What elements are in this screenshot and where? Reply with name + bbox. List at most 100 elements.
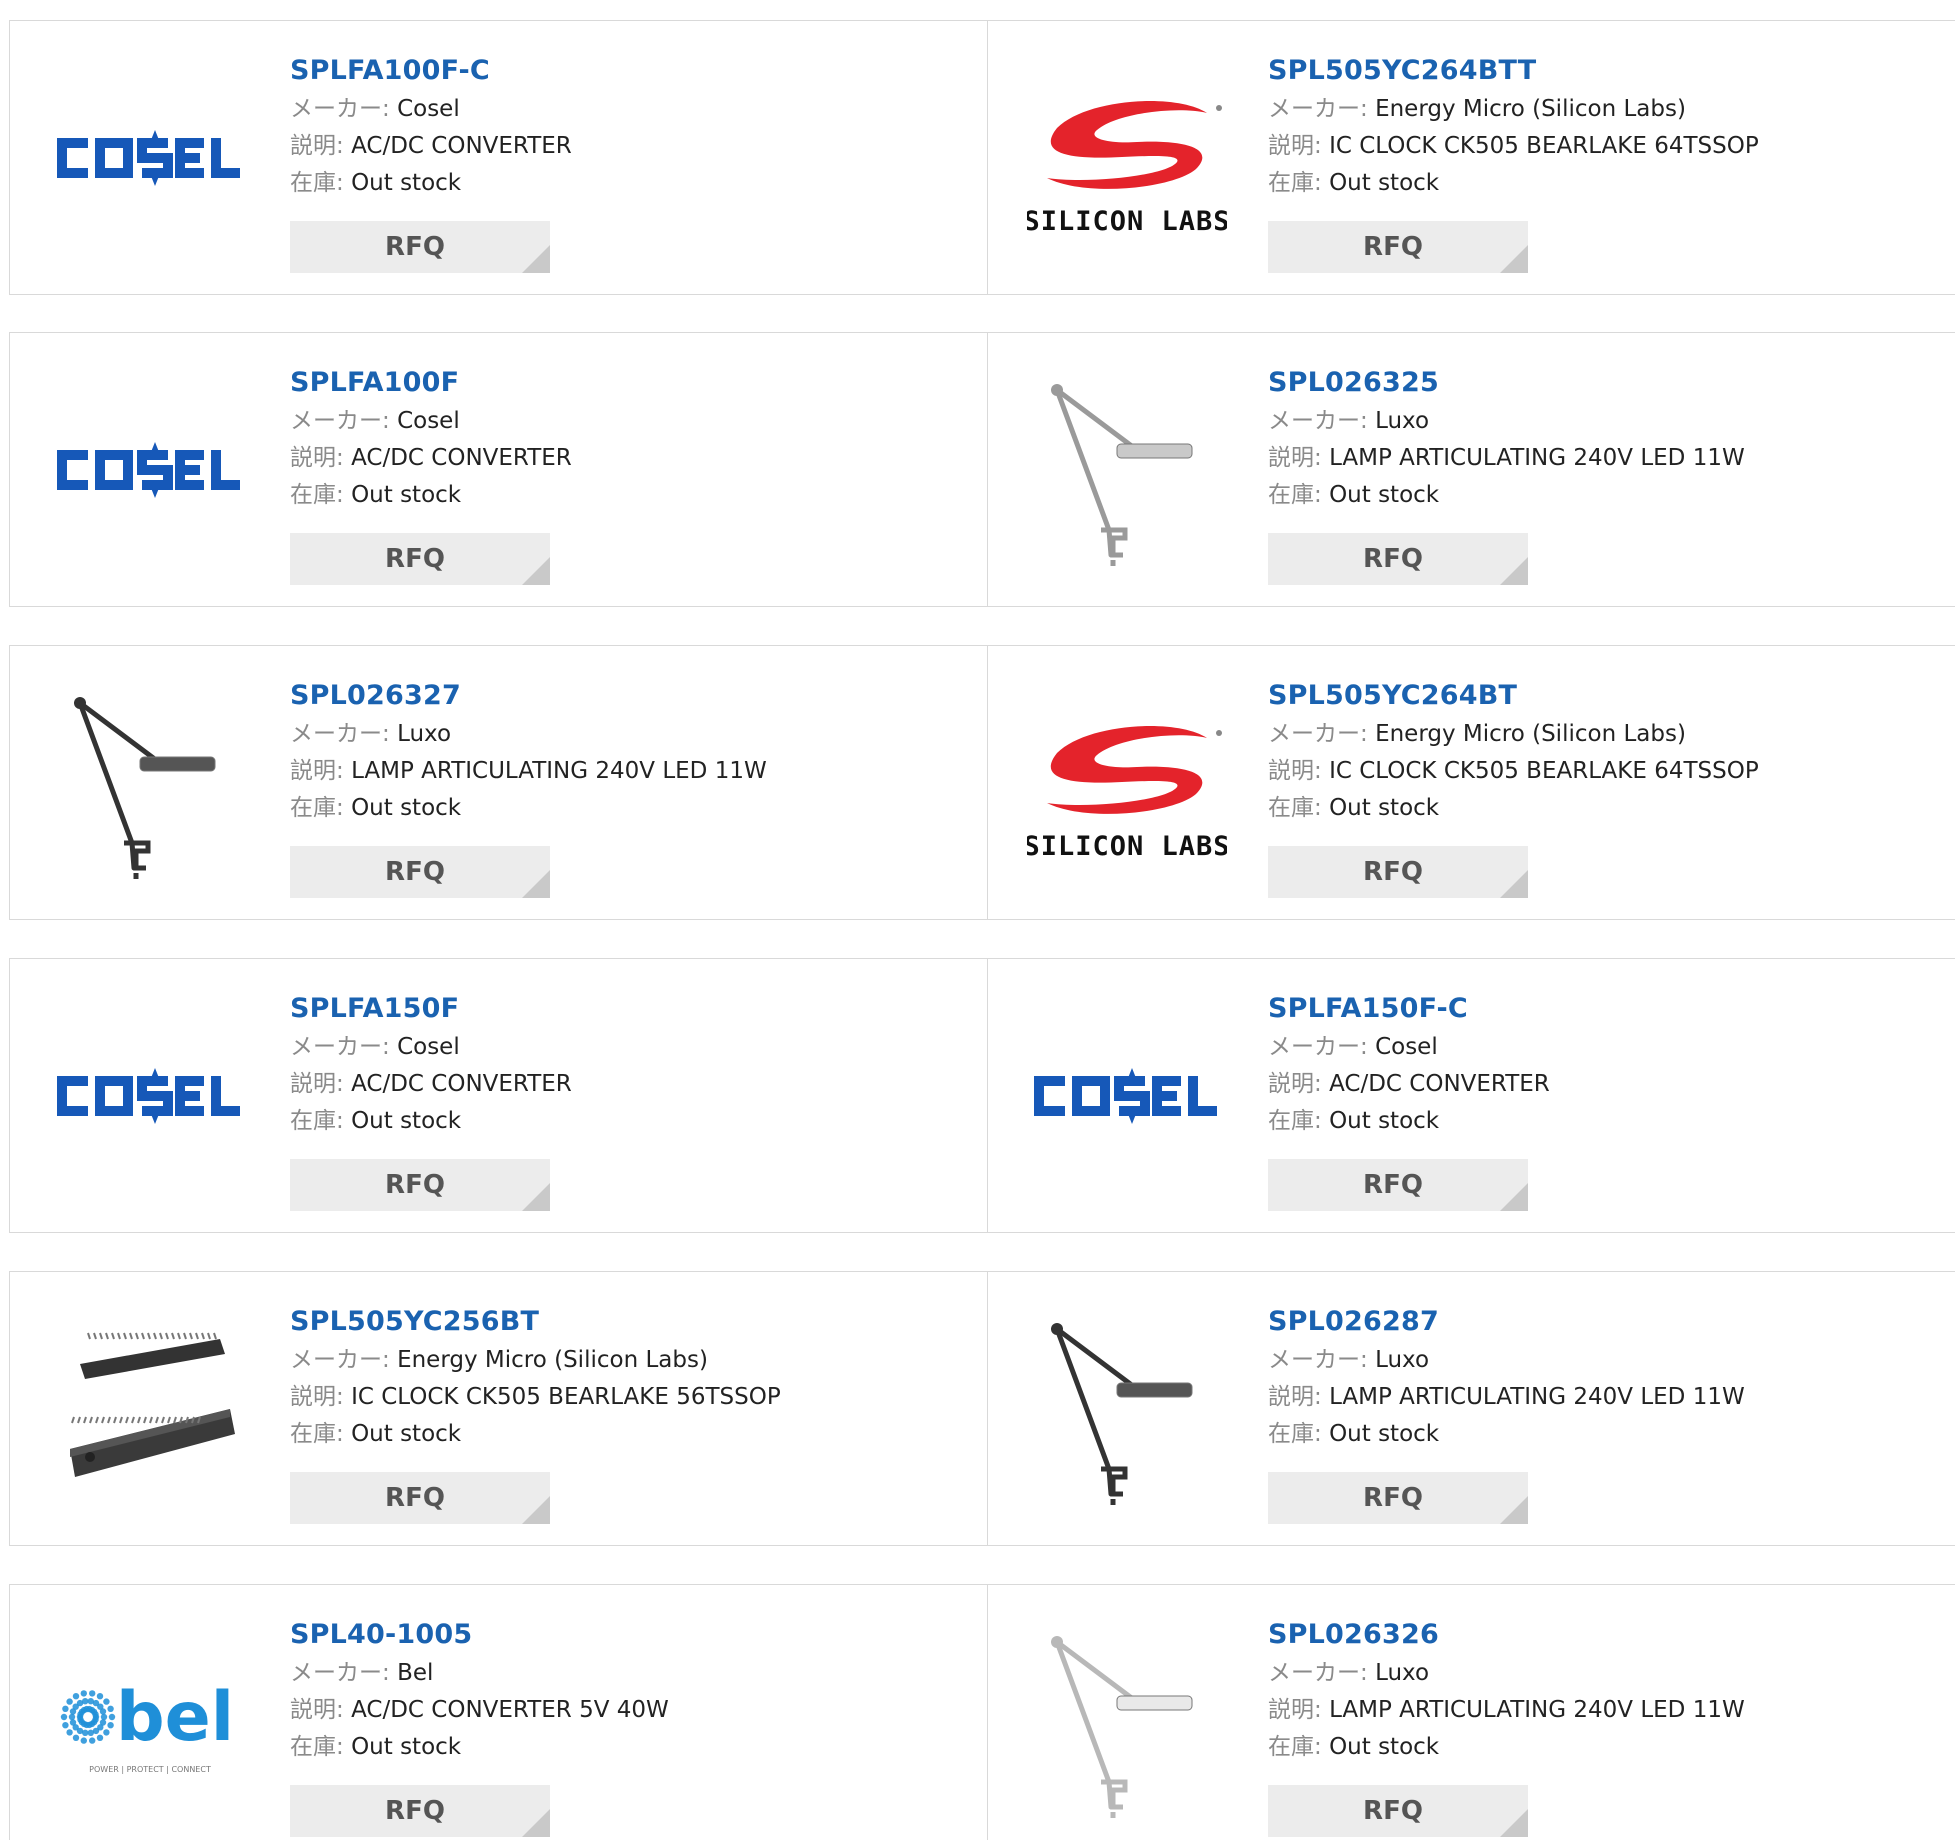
product-image[interactable]: SILICON LABS	[1027, 58, 1227, 258]
description-label: 説明:	[290, 445, 344, 471]
rfq-button[interactable]: RFQ	[290, 846, 550, 898]
part-number-link[interactable]: SPL026325	[1268, 363, 1928, 403]
cosel-logo-icon	[1034, 1068, 1217, 1124]
rfq-button[interactable]: RFQ	[1268, 1785, 1528, 1837]
stock-value: Out stock	[1329, 1108, 1440, 1134]
stock-value: Out stock	[1329, 1421, 1440, 1447]
product-image[interactable]	[50, 683, 250, 883]
stock-label: 在庫:	[290, 1421, 344, 1447]
product-image[interactable]	[50, 996, 250, 1196]
product-image[interactable]	[1027, 1309, 1227, 1509]
product-image[interactable]	[50, 1309, 250, 1509]
stock-value: Out stock	[351, 1108, 462, 1134]
maker-line: メーカー: Luxo	[1268, 1655, 1928, 1692]
product-image[interactable]	[1027, 1622, 1227, 1822]
maker-value: Cosel	[397, 96, 460, 122]
corner-triangle-icon	[522, 1809, 550, 1837]
part-number-link[interactable]: SPL026326	[1268, 1615, 1928, 1655]
part-number-link[interactable]: SPLFA150F	[290, 989, 950, 1029]
part-number-link[interactable]: SPL40-1005	[290, 1615, 950, 1655]
product-image[interactable]	[50, 58, 250, 258]
rfq-button[interactable]: RFQ	[1268, 1472, 1528, 1524]
stock-value: Out stock	[351, 1421, 462, 1447]
rfq-label: RFQ	[1363, 1796, 1423, 1826]
stock-label: 在庫:	[1268, 170, 1322, 196]
description-line: 説明: AC/DC CONVERTER	[1268, 1066, 1928, 1103]
rfq-label: RFQ	[1363, 1170, 1423, 1200]
maker-value: Cosel	[1375, 1034, 1438, 1060]
rfq-button[interactable]: RFQ	[1268, 533, 1528, 585]
maker-label: メーカー:	[290, 96, 390, 122]
part-number-link[interactable]: SPL026327	[290, 676, 950, 716]
product-image[interactable]	[50, 370, 250, 570]
rfq-button[interactable]: RFQ	[290, 221, 550, 273]
svg-text:POWER | PROTECT | CONNECT: POWER | PROTECT | CONNECT	[89, 1765, 211, 1774]
maker-line: メーカー: Cosel	[290, 1029, 950, 1066]
product-image[interactable]: bel POWER | PROTECT | CONNECT	[50, 1622, 250, 1822]
stock-value: Out stock	[351, 1734, 462, 1760]
description-label: 説明:	[1268, 445, 1322, 471]
product-card: SPLFA150F-C メーカー: Cosel 説明: AC/DC CONVER…	[988, 959, 1955, 1232]
part-number-link[interactable]: SPL505YC256BT	[290, 1302, 950, 1342]
rfq-button[interactable]: RFQ	[290, 533, 550, 585]
part-number-link[interactable]: SPLFA100F	[290, 363, 950, 403]
part-number-link[interactable]: SPLFA150F-C	[1268, 989, 1928, 1029]
stock-line: 在庫: Out stock	[290, 165, 950, 202]
stock-line: 在庫: Out stock	[290, 1416, 950, 1453]
rfq-button[interactable]: RFQ	[1268, 846, 1528, 898]
maker-value: Luxo	[1375, 1347, 1430, 1373]
product-image[interactable]: SILICON LABS	[1027, 683, 1227, 883]
rfq-button[interactable]: RFQ	[1268, 1159, 1528, 1211]
rfq-button[interactable]: RFQ	[290, 1472, 550, 1524]
svg-text:bel: bel	[116, 1678, 234, 1757]
part-number-link[interactable]: SPL505YC264BT	[1268, 676, 1928, 716]
maker-line: メーカー: Luxo	[1268, 403, 1928, 440]
description-label: 説明:	[1268, 1384, 1322, 1410]
silicon-labs-logo-icon: SILICON LABS	[1027, 101, 1227, 237]
maker-line: メーカー: Cosel	[1268, 1029, 1928, 1066]
description-value: IC CLOCK CK505 BEARLAKE 64TSSOP	[1329, 758, 1759, 784]
product-row: SPL505YC256BT メーカー: Energy Micro (Silico…	[9, 1271, 1955, 1546]
product-info: SPL026287 メーカー: Luxo 説明: LAMP ARTICULATI…	[1268, 1302, 1928, 1453]
part-number-link[interactable]: SPL505YC264BTT	[1268, 51, 1928, 91]
description-value: LAMP ARTICULATING 240V LED 11W	[1329, 1697, 1745, 1723]
rfq-button[interactable]: RFQ	[290, 1159, 550, 1211]
corner-triangle-icon	[1500, 245, 1528, 273]
svg-text:SILICON LABS: SILICON LABS	[1027, 206, 1227, 237]
description-value: LAMP ARTICULATING 240V LED 11W	[351, 758, 767, 784]
stock-value: Out stock	[1329, 170, 1440, 196]
stock-label: 在庫:	[1268, 1108, 1322, 1134]
maker-value: Cosel	[397, 1034, 460, 1060]
description-label: 説明:	[1268, 133, 1322, 159]
product-card: SPL505YC256BT メーカー: Energy Micro (Silico…	[10, 1272, 988, 1545]
maker-value: Cosel	[397, 408, 460, 434]
rfq-label: RFQ	[385, 1796, 445, 1826]
maker-line: メーカー: Cosel	[290, 403, 950, 440]
stock-line: 在庫: Out stock	[1268, 790, 1928, 827]
product-image[interactable]	[1027, 370, 1227, 570]
product-row: SPLFA100F メーカー: Cosel 説明: AC/DC CONVERTE…	[9, 332, 1955, 607]
product-info: SPL505YC256BT メーカー: Energy Micro (Silico…	[290, 1302, 950, 1453]
maker-line: メーカー: Luxo	[290, 716, 950, 753]
stock-line: 在庫: Out stock	[1268, 1103, 1928, 1140]
stock-value: Out stock	[1329, 1734, 1440, 1760]
product-info: SPL505YC264BTT メーカー: Energy Micro (Silic…	[1268, 51, 1928, 202]
corner-triangle-icon	[1500, 1809, 1528, 1837]
product-row: SPLFA100F-C メーカー: Cosel 説明: AC/DC CONVER…	[9, 20, 1955, 295]
rfq-button[interactable]: RFQ	[1268, 221, 1528, 273]
maker-label: メーカー:	[1268, 1034, 1368, 1060]
description-line: 説明: IC CLOCK CK505 BEARLAKE 64TSSOP	[1268, 128, 1928, 165]
stock-label: 在庫:	[290, 1734, 344, 1760]
product-row: SPL026327 メーカー: Luxo 説明: LAMP ARTICULATI…	[9, 645, 1955, 920]
svg-text:SILICON LABS: SILICON LABS	[1027, 831, 1227, 862]
lamp-icon	[1051, 1636, 1193, 1818]
product-image[interactable]	[1027, 996, 1227, 1196]
part-number-link[interactable]: SPLFA100F-C	[290, 51, 950, 91]
silicon-labs-logo-icon: SILICON LABS	[1027, 726, 1227, 862]
rfq-button[interactable]: RFQ	[290, 1785, 550, 1837]
maker-line: メーカー: Energy Micro (Silicon Labs)	[290, 1342, 950, 1379]
stock-value: Out stock	[351, 170, 462, 196]
part-number-link[interactable]: SPL026287	[1268, 1302, 1928, 1342]
description-label: 説明:	[290, 1384, 344, 1410]
rfq-label: RFQ	[1363, 1483, 1423, 1513]
